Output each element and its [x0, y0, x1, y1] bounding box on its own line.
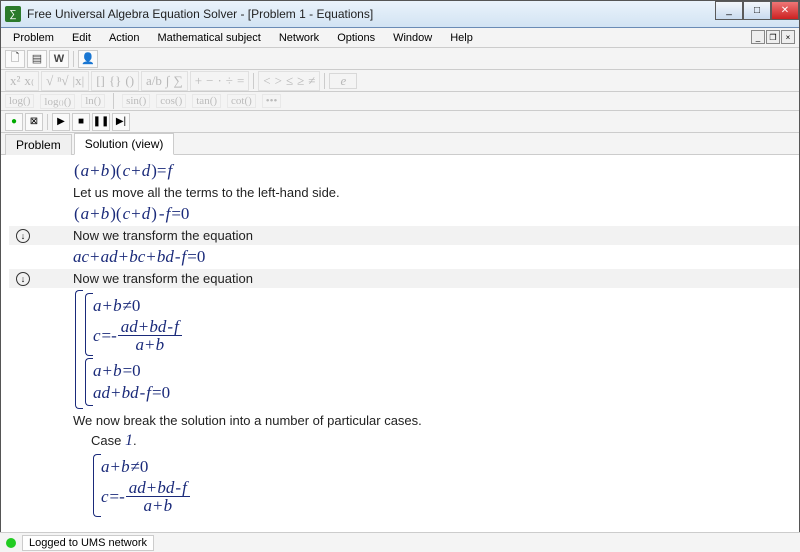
menu-help[interactable]: Help — [442, 30, 481, 46]
math-var-e[interactable]: e — [329, 73, 357, 89]
mdi-close-button[interactable]: × — [781, 30, 795, 44]
menu-edit[interactable]: Edit — [64, 30, 99, 46]
func-cos[interactable]: cos() — [156, 94, 186, 108]
math-group-brackets[interactable]: []{}() — [91, 71, 139, 91]
separator — [113, 93, 114, 109]
cases-block-1: a+b≠0 c=- ad+bd-fa+b a+b=0 ad+bd-f=0 — [37, 290, 182, 409]
record-icon[interactable]: ● — [5, 113, 23, 131]
separator — [253, 73, 254, 89]
step-icon[interactable]: ▶| — [112, 113, 130, 131]
menu-action[interactable]: Action — [101, 30, 148, 46]
menu-options[interactable]: Options — [329, 30, 383, 46]
pause-icon[interactable]: ❚❚ — [92, 113, 110, 131]
window-controls: _ □ ✕ — [715, 1, 799, 20]
func-sin[interactable]: sin() — [122, 94, 150, 108]
stop-outline-icon[interactable]: ⊠ — [25, 113, 43, 131]
func-cot[interactable]: cot() — [227, 94, 256, 108]
equation-1: (a+b)(c+d)=f — [37, 161, 172, 181]
case-label: Case 1. — [37, 432, 137, 450]
minimize-button[interactable]: _ — [715, 1, 743, 20]
math-group-ops[interactable]: +−·÷= — [190, 71, 250, 91]
tab-solution[interactable]: Solution (view) — [74, 133, 175, 155]
math-group-root[interactable]: √ⁿ√|x| — [41, 71, 89, 91]
titlebar: ∑ Free Universal Algebra Equation Solver… — [1, 1, 799, 28]
mdi-minimize-button[interactable]: _ — [751, 30, 765, 44]
new-file-icon[interactable]: 🗋 — [5, 50, 25, 68]
window-title: Free Universal Algebra Equation Solver -… — [27, 7, 373, 21]
math-group-rel[interactable]: <>≤≥≠ — [258, 71, 320, 91]
step-text-3: Now we transform the equation — [37, 271, 253, 286]
statusbar: Logged to UMS network — [0, 532, 800, 552]
separator — [73, 51, 74, 67]
tab-bar: Problem Solution (view) — [1, 133, 799, 155]
collapse-icon[interactable]: ↓ — [16, 272, 30, 286]
step-text-2: Now we transform the equation — [37, 228, 253, 243]
mdi-restore-button[interactable]: ❐ — [766, 30, 780, 44]
func-tan[interactable]: tan() — [192, 94, 221, 108]
toolbar-main: 🗋 ▤ W 👤 — [1, 48, 799, 70]
solution-view[interactable]: (a+b)(c+d)=f Let us move all the terms t… — [1, 155, 799, 522]
status-dot-icon — [6, 538, 16, 548]
toolbar-functions: log() log₍₎() ln() sin() cos() tan() cot… — [1, 92, 799, 111]
status-text: Logged to UMS network — [22, 535, 154, 551]
open-icon[interactable]: ▤ — [27, 50, 47, 68]
menu-window[interactable]: Window — [385, 30, 440, 46]
toolbar-math: x²x₍ √ⁿ√|x| []{}() a/b∫∑ +−·÷= <>≤≥≠ e — [1, 70, 799, 92]
stop-icon[interactable]: ■ — [72, 113, 90, 131]
func-logb[interactable]: log₍₎() — [40, 94, 75, 109]
close-button[interactable]: ✕ — [771, 1, 799, 20]
math-group-power[interactable]: x²x₍ — [5, 71, 39, 91]
step-text-1: Let us move all the terms to the left-ha… — [37, 185, 340, 200]
func-ln[interactable]: ln() — [81, 94, 105, 108]
play-icon[interactable]: ▶ — [52, 113, 70, 131]
mdi-controls: _ ❐ × — [751, 30, 795, 44]
collapse-icon[interactable]: ↓ — [16, 229, 30, 243]
menu-network[interactable]: Network — [271, 30, 327, 46]
menu-problem[interactable]: Problem — [5, 30, 62, 46]
playbar: ● ⊠ ▶ ■ ❚❚ ▶| — [1, 111, 799, 133]
bold-w-icon[interactable]: W — [49, 50, 69, 68]
equation-2: (a+b)(c+d)-f=0 — [37, 204, 190, 224]
func-log[interactable]: log() — [5, 94, 34, 108]
app-icon: ∑ — [5, 6, 21, 22]
agent-icon[interactable]: 👤 — [78, 50, 98, 68]
separator — [324, 73, 325, 89]
menu-mathematical-subject[interactable]: Mathematical subject — [150, 30, 269, 46]
separator — [47, 114, 48, 130]
maximize-button[interactable]: □ — [743, 1, 771, 20]
step-text-4: We now break the solution into a number … — [37, 413, 422, 428]
menubar: Problem Edit Action Mathematical subject… — [1, 28, 799, 48]
equation-3: ac+ad+bc+bd-f=0 — [37, 247, 206, 267]
func-more[interactable]: ••• — [262, 94, 282, 108]
math-group-frac[interactable]: a/b∫∑ — [141, 71, 188, 91]
cases-block-2: a+b≠0 c=- ad+bd-fa+b — [37, 454, 190, 517]
tab-problem[interactable]: Problem — [5, 134, 72, 155]
